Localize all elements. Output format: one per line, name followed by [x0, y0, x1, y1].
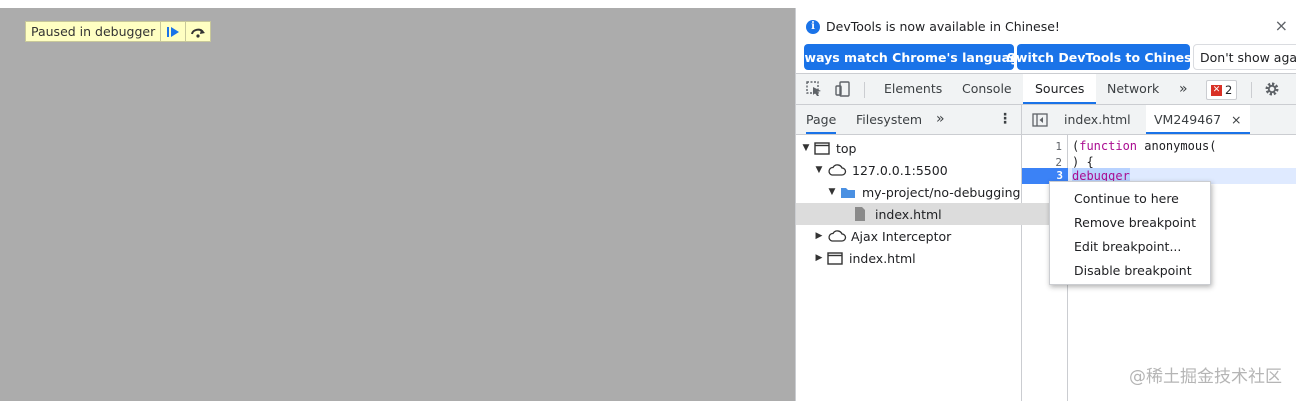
frame-icon — [814, 142, 830, 155]
navigator-tabs: Page Filesystem » ⋮ — [796, 105, 1021, 135]
error-icon: ✕ — [1211, 84, 1222, 96]
paused-overlay: Paused in debugger — [25, 21, 212, 42]
resume-button[interactable] — [160, 22, 185, 41]
tree-label: index.html — [849, 250, 916, 266]
tree-item-host[interactable]: ▼ 127.0.0.1:5500 — [796, 159, 1039, 181]
dont-show-again-button[interactable]: Don't show agai — [1193, 44, 1296, 70]
file-icon — [855, 207, 865, 221]
collapse-arrow-icon[interactable]: ▶ — [814, 231, 824, 241]
code-line-2[interactable]: ) { — [1072, 155, 1094, 169]
top-strip — [0, 0, 1296, 8]
resume-icon — [167, 26, 180, 37]
tree-item-frame[interactable]: ▶ index.html — [796, 247, 1039, 269]
tree-item-folder[interactable]: ▼ my-project/no-debugging — [796, 181, 1052, 203]
page-viewport — [0, 8, 795, 401]
editor-tab-label: VM249467 — [1154, 112, 1222, 127]
tab-network[interactable]: Network — [1107, 74, 1159, 104]
sources-navigator: Page Filesystem » ⋮ ▼ top ▼ 127.0.0.1:55… — [796, 105, 1079, 401]
menu-item-remove-breakpoint[interactable]: Remove breakpoint — [1050, 211, 1210, 235]
always-match-language-button[interactable]: Always match Chrome's language — [796, 44, 1027, 70]
error-count-badge[interactable]: ✕ 2 — [1206, 80, 1238, 100]
step-over-icon — [191, 28, 206, 38]
cloud-icon — [828, 164, 847, 176]
close-tab-icon[interactable]: × — [1231, 112, 1241, 127]
tree-label: index.html — [875, 206, 942, 222]
tree-item-ajax-interceptor[interactable]: ▶ Ajax Interceptor — [796, 225, 1039, 247]
infobar-close-icon[interactable]: × — [1275, 16, 1288, 35]
menu-item-continue-to-here[interactable]: Continue to here — [1050, 187, 1210, 211]
navigator-menu-icon[interactable]: ⋮ — [998, 105, 1012, 134]
main-toolbar: Elements Console Sources Network » ✕ 2 — [796, 73, 1296, 105]
tab-elements[interactable]: Elements — [884, 74, 942, 104]
tab-sources[interactable]: Sources — [1023, 74, 1097, 104]
breakpoint-context-menu: Continue to here Remove breakpoint Edit … — [1049, 181, 1211, 285]
tree-label: Ajax Interceptor — [851, 228, 952, 244]
device-toolbar-icon[interactable] — [835, 81, 851, 97]
menu-item-edit-breakpoint[interactable]: Edit breakpoint... — [1050, 235, 1210, 259]
tree-item-top[interactable]: ▼ top — [796, 137, 1026, 159]
nav-tab-filesystem[interactable]: Filesystem — [856, 105, 922, 134]
line-number[interactable]: 1 — [1055, 140, 1062, 153]
toolbar-divider — [864, 82, 865, 98]
tree-label: my-project/no-debugging — [862, 184, 1021, 200]
editor-tabs: index.html VM249467 × — [1022, 105, 1296, 135]
expand-arrow-icon[interactable]: ▼ — [827, 187, 837, 197]
nav-tab-page[interactable]: Page — [806, 105, 837, 134]
toolbar-divider — [1251, 82, 1252, 98]
toggle-navigator-icon[interactable] — [1032, 113, 1048, 127]
code-text: anonymous( — [1137, 139, 1217, 153]
folder-icon — [841, 188, 855, 198]
infobar-message: DevTools is now available in Chinese! — [826, 19, 1060, 34]
code-line-1[interactable]: (function anonymous( — [1072, 139, 1217, 153]
code-keyword: function — [1079, 139, 1138, 153]
watermark: @稀土掘金技术社区 — [1129, 367, 1282, 387]
tree-label: top — [836, 140, 857, 156]
error-count: 2 — [1225, 83, 1233, 97]
devtools-panel: i DevTools is now available in Chinese! … — [795, 8, 1296, 401]
switch-to-chinese-button[interactable]: Switch DevTools to Chinese — [1007, 44, 1200, 70]
expand-arrow-icon[interactable]: ▼ — [814, 165, 824, 175]
language-infobar: i DevTools is now available in Chinese! … — [796, 8, 1296, 72]
paused-label: Paused in debugger — [31, 24, 156, 39]
inspect-element-icon[interactable] — [806, 81, 822, 97]
cloud-icon — [828, 230, 847, 242]
step-over-button[interactable] — [185, 22, 210, 41]
collapse-arrow-icon[interactable]: ▶ — [814, 253, 824, 263]
expand-arrow-icon[interactable]: ▼ — [801, 143, 811, 153]
settings-gear-icon[interactable] — [1264, 81, 1280, 97]
frame-icon — [827, 252, 843, 265]
menu-item-disable-breakpoint[interactable]: Disable breakpoint — [1050, 259, 1210, 283]
editor-tab-vm[interactable]: VM249467 × — [1146, 105, 1250, 134]
info-icon: i — [806, 19, 820, 34]
more-nav-tabs-chevron-icon[interactable]: » — [936, 105, 945, 134]
more-tabs-chevron-icon[interactable]: » — [1179, 74, 1188, 104]
tree-label: 127.0.0.1:5500 — [852, 162, 948, 178]
editor-tab-index-html[interactable]: index.html — [1064, 105, 1131, 134]
tab-console[interactable]: Console — [962, 74, 1012, 104]
